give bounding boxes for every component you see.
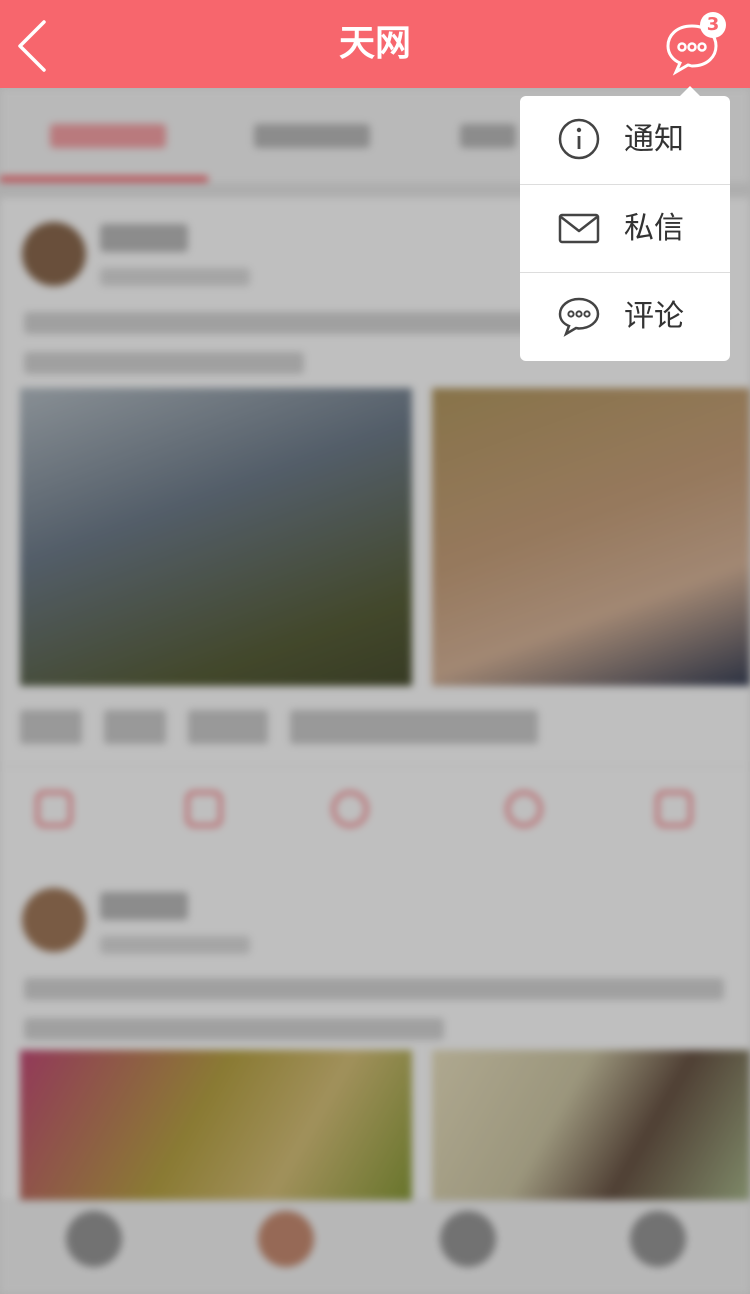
menu-item-comments[interactable]: 评论	[520, 272, 730, 360]
app-screen: 天网 3 通知 私信 评论	[0, 0, 750, 1294]
top-bar: 天网 3	[0, 0, 750, 88]
menu-item-label: 私信	[624, 211, 684, 246]
message-menu: 通知 私信 评论	[520, 86, 730, 361]
comment-bubble-icon	[558, 297, 600, 337]
page-title: 天网	[338, 23, 411, 64]
info-circle-icon	[558, 118, 600, 160]
menu-item-private-messages[interactable]: 私信	[520, 184, 730, 272]
unread-badge: 3	[700, 12, 726, 38]
menu-item-label: 评论	[624, 299, 684, 334]
messages-button[interactable]: 3	[662, 12, 734, 76]
menu-item-label: 通知	[624, 122, 684, 157]
menu-item-notifications[interactable]: 通知	[520, 96, 730, 184]
envelope-icon	[558, 213, 600, 244]
